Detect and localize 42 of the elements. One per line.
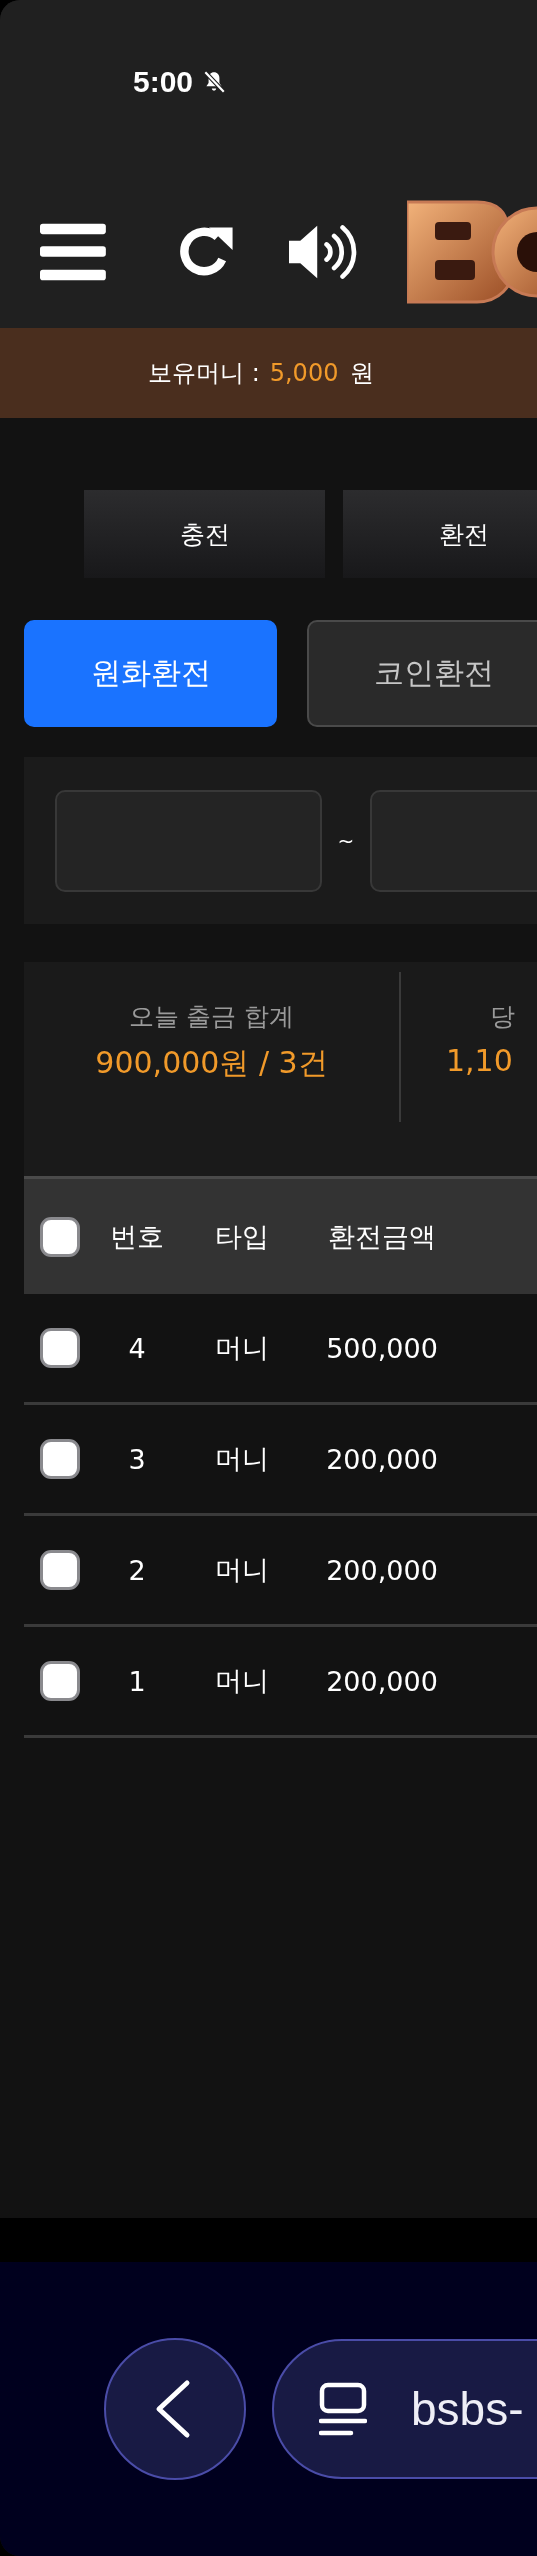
- date-field[interactable]: [55, 789, 322, 892]
- range-separator: ~: [336, 828, 356, 853]
- speaker-icon[interactable]: [289, 222, 357, 282]
- summary-value: 1,10: [446, 1043, 514, 1078]
- exchange-tab[interactable]: 원화환전: [24, 620, 277, 727]
- table-cell-text: 1: [127, 1665, 147, 1697]
- menu-tab[interactable]: 충전: [84, 490, 325, 578]
- column-header: 번호: [109, 1219, 165, 1254]
- table-cell-text: 200,000: [325, 1554, 439, 1586]
- table-cell-text: 머니: [214, 1664, 270, 1698]
- menu-icon[interactable]: [40, 222, 106, 282]
- summary-value: 900,000원 / 3건: [95, 1044, 328, 1082]
- balance-unit: 원: [350, 358, 375, 389]
- address-bar[interactable]: bsbs-: [272, 2339, 537, 2479]
- url-text: bsbs-: [411, 2382, 524, 2436]
- select-all-checkbox[interactable]: [40, 1216, 80, 1257]
- row-checkbox[interactable]: [40, 1661, 80, 1701]
- column-header: 환전금액: [327, 1219, 437, 1254]
- table-cell-text: 3: [127, 1443, 147, 1475]
- table-cell-text: 4: [127, 1332, 147, 1364]
- row-checkbox[interactable]: [40, 1328, 80, 1368]
- table-cell-text: 머니: [214, 1331, 270, 1365]
- table-cell-text: 500,000: [325, 1332, 439, 1364]
- summary-label: 당: [489, 1001, 515, 1033]
- exchange-tab[interactable]: 코인환전: [307, 620, 537, 727]
- column-header: 타입: [214, 1219, 270, 1254]
- status-time: 5:00: [133, 64, 194, 100]
- table-cell-text: 200,000: [325, 1443, 439, 1475]
- table-cell-text: 머니: [214, 1553, 270, 1587]
- table-cell-text: 200,000: [325, 1665, 439, 1697]
- menu-tab[interactable]: 환전: [343, 490, 537, 578]
- back-button[interactable]: [103, 2337, 247, 2481]
- balance-amount: 5,000: [269, 359, 339, 387]
- bell-off-icon: [201, 69, 228, 95]
- balance-label: 보유머니 :: [148, 358, 260, 389]
- tabs-icon: [319, 2382, 367, 2436]
- summary-label: 오늘 출금 합계: [128, 1001, 295, 1033]
- logo-icon: [407, 200, 537, 304]
- row-checkbox[interactable]: [40, 1550, 80, 1590]
- table-cell-text: 2: [127, 1554, 147, 1586]
- row-checkbox[interactable]: [40, 1439, 80, 1479]
- table-cell-text: 머니: [214, 1442, 270, 1476]
